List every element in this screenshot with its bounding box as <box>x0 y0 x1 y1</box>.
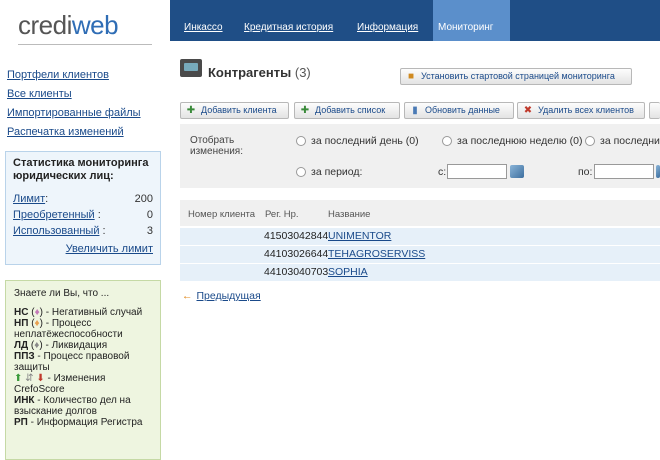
add-client-icon: ✚ <box>186 105 196 116</box>
col-client-number[interactable]: Номер клиента <box>188 209 255 220</box>
refresh-icon: ▮ <box>412 105 418 116</box>
row-name-link[interactable]: TEHAGROSERVISS <box>328 246 425 263</box>
tip-item: ППЗ - Процесс правовой защиты <box>14 351 130 373</box>
stats-title: Статистика мониторинга юридических лиц: <box>13 157 149 182</box>
tip-item: РП - Информация Регистра <box>14 417 143 428</box>
stats-row-limit: Лимит: 200 <box>13 193 153 205</box>
did-you-know-panel: Знаете ли Вы, что ... НС (♦) - Негативны… <box>5 280 161 460</box>
row-name-link[interactable]: UNIMENTOR <box>328 228 391 245</box>
radio-last-week[interactable]: за последнюю неделю (0) <box>442 135 582 147</box>
row-name-link[interactable]: SOPHIA <box>328 264 368 281</box>
stats-limit-link[interactable]: Лимит <box>13 193 45 205</box>
nav-inkasso[interactable]: Инкассо <box>179 0 228 41</box>
contractors-icon <box>180 59 202 77</box>
stats-row-purchased: Преобретенный : 0 <box>13 209 153 221</box>
logo-divider <box>18 44 152 45</box>
add-list-icon: ✚ <box>300 105 310 116</box>
nav-monitoring[interactable]: Мониторинг <box>433 0 510 41</box>
table-header: Номер клиента Рег. Нр. Название <box>180 200 660 226</box>
tip-item: НС (♦) - Негативный случай <box>14 307 143 318</box>
row-reg: 44103026644 <box>264 248 329 260</box>
monitoring-stats-panel: Статистика мониторинга юридических лиц: … <box>5 151 161 265</box>
to-label: по: <box>578 166 593 178</box>
arrow-neutral-icon: ⇵ <box>25 373 34 384</box>
left-nav-print-changes[interactable]: Распечатка изменений <box>7 125 170 140</box>
add-client-button[interactable]: ✚ Добавить клиента <box>180 102 289 119</box>
date-from-input[interactable] <box>447 164 507 179</box>
stats-purchased-value: 0 <box>146 209 153 221</box>
contractor-count: (3) <box>294 65 311 80</box>
delete-icon: ✖ <box>523 105 533 116</box>
stats-row-used: Использованный : 3 <box>13 225 153 237</box>
previous-page-link[interactable]: ← Предыдущая <box>182 290 261 302</box>
more-toolbar-button[interactable] <box>649 102 660 119</box>
set-start-page-button[interactable]: ■ Установить стартовой страницей монитор… <box>400 68 632 85</box>
left-nav-all-clients[interactable]: Все клиенты <box>7 87 170 102</box>
arrow-up-icon: ⬆ <box>14 373 23 384</box>
stats-purchased-link[interactable]: Преобретенный <box>13 209 95 221</box>
delete-all-clients-button[interactable]: ✖ Удалить всех клиентов <box>517 102 645 119</box>
nav-credit-history[interactable]: Кредитная история <box>239 0 338 41</box>
home-icon: ■ <box>407 71 415 82</box>
toolbar: ✚ Добавить клиента ✚ Добавить список ▮ О… <box>180 102 660 120</box>
from-label: с: <box>438 166 447 178</box>
stats-limit-value: 200 <box>134 193 153 205</box>
add-list-button[interactable]: ✚ Добавить список <box>294 102 400 119</box>
tip-item: ⬆ ⇵ ⬇ - Изменения CrefoScore <box>14 373 106 395</box>
tip-item: ЛД (♦) - Ликвидация <box>14 340 108 351</box>
calendar-from-icon[interactable] <box>510 165 524 178</box>
arrow-left-icon: ← <box>182 290 193 302</box>
nav-information[interactable]: Информация <box>352 0 423 41</box>
date-to-input[interactable] <box>594 164 654 179</box>
left-navigation: Портфели клиентов Все клиенты Импортиров… <box>0 60 170 140</box>
page-title: Контрагенты (3) <box>208 65 311 80</box>
table-row: 44103026644 TEHAGROSERVISS <box>180 246 660 263</box>
top-navigation: Инкассо Кредитная история Информация Мон… <box>170 0 660 41</box>
change-filter-panel: Отобрать изменения: за последний день (0… <box>180 124 660 188</box>
tip-item: ИНК - Количество дел на взыскание долгов <box>14 395 131 417</box>
calendar-to-icon[interactable] <box>656 165 660 178</box>
col-reg-number[interactable]: Рег. Нр. <box>265 209 299 220</box>
crediweb-logo[interactable]: crediweb <box>0 0 170 56</box>
table-row: 44103040703 SOPHIA <box>180 264 660 281</box>
filter-label: Отобрать изменения: <box>190 135 243 157</box>
left-nav-imported-files[interactable]: Импортированные файлы <box>7 106 170 121</box>
stats-used-link[interactable]: Использованный <box>13 225 99 237</box>
col-name[interactable]: Название <box>328 209 370 220</box>
tips-intro: Знаете ли Вы, что ... <box>14 288 110 299</box>
increase-limit-link[interactable]: Увеличить лимит <box>66 243 153 255</box>
left-nav-portfolios[interactable]: Портфели клиентов <box>7 68 170 83</box>
table-row: 41503042844 UNIMENTOR <box>180 228 660 245</box>
tip-item: НП (♦) - Процесс неплатёжеспособности <box>14 318 123 340</box>
radio-period[interactable]: за период: <box>296 166 362 178</box>
logo-part1: credi <box>18 10 72 40</box>
refresh-data-button[interactable]: ▮ Обновить данные <box>404 102 514 119</box>
stats-used-value: 3 <box>146 225 153 237</box>
row-reg: 44103040703 <box>264 266 329 278</box>
arrow-down-icon: ⬇ <box>36 373 45 384</box>
row-reg: 41503042844 <box>264 230 329 242</box>
radio-last-other[interactable]: за последний <box>585 135 660 147</box>
logo-part2: web <box>71 10 119 40</box>
radio-last-day[interactable]: за последний день (0) <box>296 135 419 147</box>
